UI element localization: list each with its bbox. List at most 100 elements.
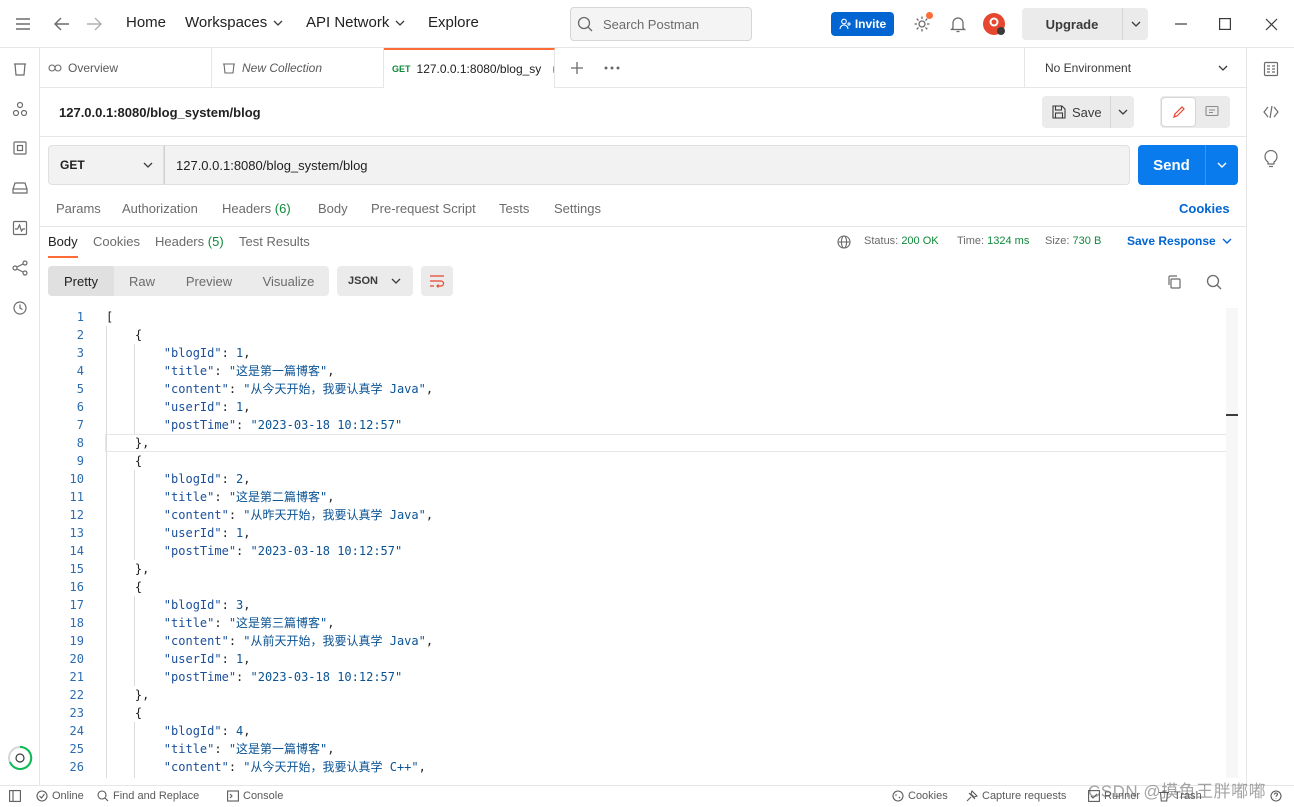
json-value: "这是第三篇博客" xyxy=(228,616,328,630)
code-line: 8 }, xyxy=(48,434,1238,452)
right-sidebar xyxy=(1246,48,1294,785)
code-text: }, xyxy=(106,562,150,576)
code-line: 21 "postTime": "2023-03-18 10:12:57" xyxy=(48,668,1238,686)
history-icon[interactable] xyxy=(10,298,30,318)
view-pretty[interactable]: Pretty xyxy=(48,266,114,296)
invite-button[interactable]: Invite xyxy=(831,12,894,36)
response-tab-headers[interactable]: Headers (5) xyxy=(155,234,224,249)
nav-explore[interactable]: Explore xyxy=(428,14,479,31)
time-meta[interactable]: Time: 1324 ms xyxy=(957,235,1029,247)
editor-scrollbar[interactable] xyxy=(1226,308,1238,778)
url-input[interactable]: 127.0.0.1:8080/blog_system/blog xyxy=(164,145,1130,185)
bell-icon[interactable] xyxy=(946,12,970,36)
wrap-lines-button[interactable] xyxy=(421,266,453,296)
request-title[interactable]: 127.0.0.1:8080/blog_system/blog xyxy=(59,105,261,120)
save-response-button[interactable]: Save Response xyxy=(1127,234,1232,248)
find-replace-button[interactable]: Find and Replace xyxy=(97,790,199,802)
view-raw[interactable]: Raw xyxy=(114,266,170,296)
view-preview[interactable]: Preview xyxy=(170,266,248,296)
flows-icon[interactable] xyxy=(10,258,30,278)
environment-quick-look-icon[interactable] xyxy=(1261,59,1281,79)
maximize-icon[interactable] xyxy=(1213,12,1237,36)
language-select[interactable]: JSON xyxy=(337,266,413,296)
tab-params[interactable]: Params xyxy=(56,201,101,216)
code-text: "blogId": 1, xyxy=(163,346,251,360)
copy-icon[interactable] xyxy=(1166,274,1182,290)
response-body-editor[interactable]: 1[ 2 { 3 "blogId": 1, 4 "title": "这是第一篇博… xyxy=(48,308,1238,778)
more-tabs-icon[interactable] xyxy=(600,56,624,80)
back-arrow-icon[interactable] xyxy=(50,12,74,36)
apis-icon[interactable] xyxy=(10,99,30,119)
method-select[interactable]: GET xyxy=(48,145,164,185)
lightbulb-icon[interactable] xyxy=(1261,149,1281,169)
code-line: 11 "title": "这是第二篇博客", xyxy=(48,488,1238,506)
comment-icon[interactable] xyxy=(1195,98,1228,126)
response-tab-test-results[interactable]: Test Results xyxy=(239,234,310,249)
response-headers-count: (5) xyxy=(207,234,224,249)
code-text: "userId": 1, xyxy=(163,400,251,414)
nav-api-network[interactable]: API Network xyxy=(306,14,405,31)
mock-servers-icon[interactable] xyxy=(10,178,30,198)
tab-active-label: 127.0.0.1:8080/blog_sy xyxy=(416,62,542,76)
code-line: 6 "userId": 1, xyxy=(48,398,1238,416)
console-button[interactable]: Console xyxy=(227,790,283,802)
response-tab-cookies[interactable]: Cookies xyxy=(93,234,140,249)
line-number: 9 xyxy=(76,454,84,468)
search-response-icon[interactable] xyxy=(1206,274,1222,290)
send-button[interactable]: Send xyxy=(1138,145,1238,185)
code-text: "userId": 1, xyxy=(163,652,251,666)
view-mode-segmented: Pretty Raw Preview Visualize xyxy=(48,266,329,296)
chevron-down-icon[interactable] xyxy=(1111,109,1134,115)
forward-arrow-icon[interactable] xyxy=(82,12,106,36)
tab-active-request[interactable]: GET 127.0.0.1:8080/blog_sy xyxy=(384,48,555,88)
tab-new-collection[interactable]: New Collection xyxy=(212,48,384,88)
json-key: "content" xyxy=(163,634,229,648)
cookies-link[interactable]: Cookies xyxy=(1179,201,1230,216)
upgrade-button[interactable]: Upgrade xyxy=(1022,8,1148,40)
json-key: "blogId" xyxy=(163,598,222,612)
tab-body[interactable]: Body xyxy=(318,201,348,216)
tab-authorization[interactable]: Authorization xyxy=(122,201,198,216)
tab-headers[interactable]: Headers (6) xyxy=(222,201,291,216)
help-icon[interactable] xyxy=(1270,790,1282,802)
collection-icon xyxy=(223,63,235,74)
cookies-button[interactable]: Cookies xyxy=(892,790,948,802)
line-number: 10 xyxy=(69,472,84,486)
tab-settings[interactable]: Settings xyxy=(554,201,601,216)
status-meta[interactable]: Status: 200 OK xyxy=(864,235,939,247)
code-text: "postTime": "2023-03-18 10:12:57" xyxy=(163,670,403,684)
tab-prerequest-script[interactable]: Pre-request Script xyxy=(371,201,476,216)
json-key: "content" xyxy=(163,382,229,396)
response-tab-body[interactable]: Body xyxy=(48,234,78,249)
save-button[interactable]: Save xyxy=(1042,96,1134,128)
minimize-icon[interactable] xyxy=(1169,12,1193,36)
edit-pencil-icon[interactable] xyxy=(1162,98,1195,126)
toggle-sidebar-icon[interactable] xyxy=(9,790,21,802)
hamburger-menu-icon[interactable] xyxy=(11,12,35,36)
tab-overview[interactable]: Overview xyxy=(40,48,212,88)
search-input[interactable]: Search Postman xyxy=(570,7,752,41)
nav-home[interactable]: Home xyxy=(126,14,166,31)
satellite-progress-icon[interactable] xyxy=(7,745,33,771)
monitors-icon[interactable] xyxy=(10,218,30,238)
settings-gear-icon[interactable] xyxy=(910,12,934,36)
divider xyxy=(40,226,1246,227)
globe-icon[interactable] xyxy=(837,235,851,249)
collections-trash-icon[interactable] xyxy=(10,59,30,79)
online-status[interactable]: Online xyxy=(36,790,84,802)
view-visualize[interactable]: Visualize xyxy=(248,266,329,296)
size-meta[interactable]: Size: 730 B xyxy=(1045,235,1101,247)
chevron-down-icon[interactable] xyxy=(1206,162,1238,168)
environments-icon[interactable] xyxy=(10,138,30,158)
tab-tests[interactable]: Tests xyxy=(499,201,529,216)
code-line: 17 "blogId": 3, xyxy=(48,596,1238,614)
avatar[interactable] xyxy=(982,12,1006,36)
tab-bar: Overview New Collection GET 127.0.0.1:80… xyxy=(40,48,1246,88)
capture-requests-button[interactable]: Capture requests xyxy=(966,790,1066,802)
nav-workspaces[interactable]: Workspaces xyxy=(185,14,283,31)
add-tab-icon[interactable] xyxy=(565,56,589,80)
environment-select[interactable]: No Environment xyxy=(1024,48,1246,88)
code-icon[interactable] xyxy=(1261,102,1281,122)
chevron-down-icon[interactable] xyxy=(1123,21,1148,27)
close-icon[interactable] xyxy=(1259,12,1283,36)
